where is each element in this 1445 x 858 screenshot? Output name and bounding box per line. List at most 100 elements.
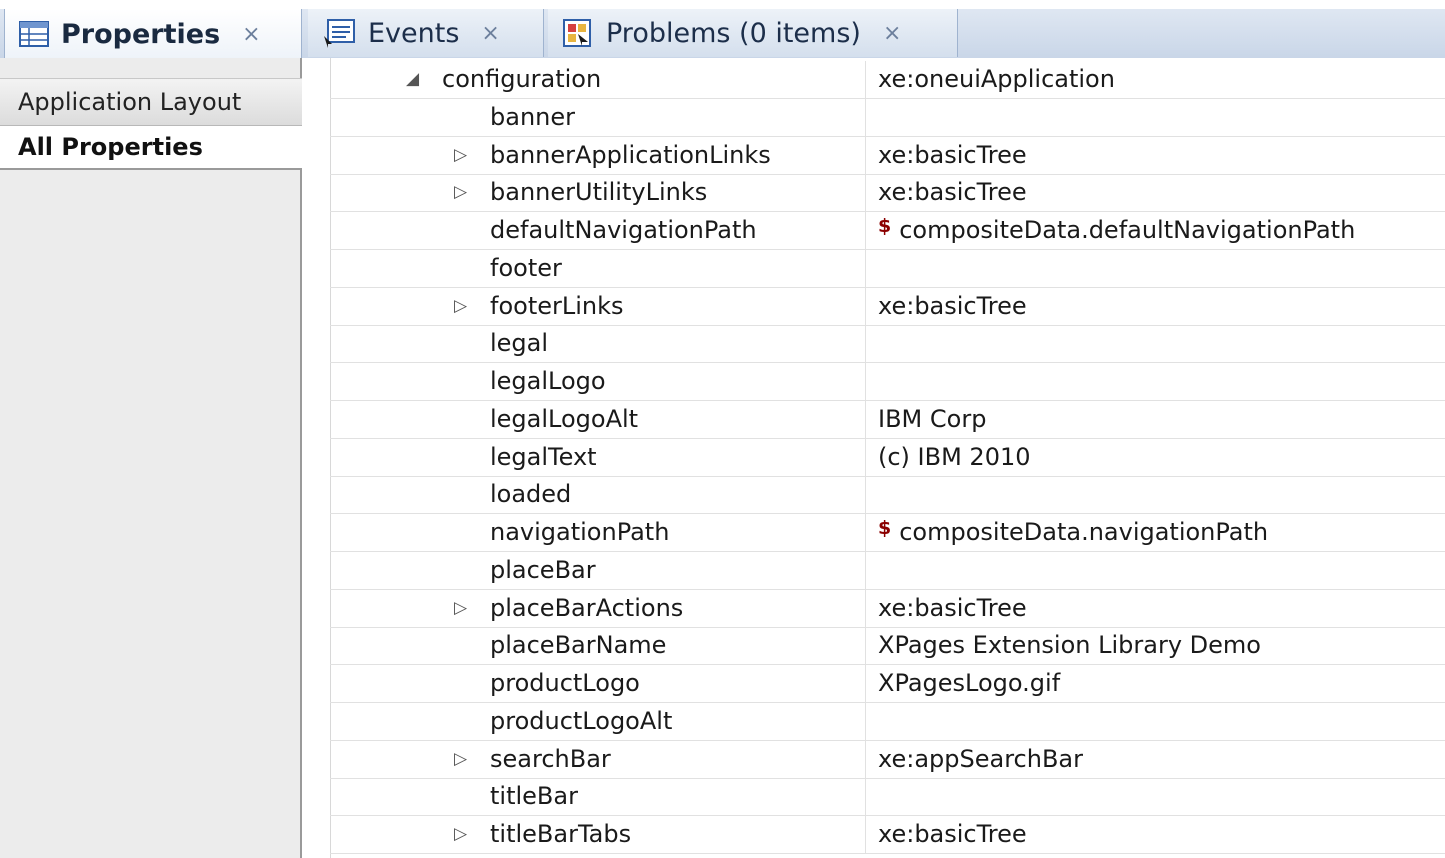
collapse-triangle-icon[interactable]: ◢: [406, 61, 419, 98]
property-value[interactable]: [865, 249, 1445, 287]
property-row-footer[interactable]: footer: [330, 249, 1445, 288]
property-name: productLogo: [490, 669, 640, 697]
property-value[interactable]: [865, 476, 1445, 514]
property-value-text: (c) IBM 2010: [878, 442, 1031, 471]
property-value-text: compositeData.navigationPath: [899, 518, 1269, 546]
property-row-placeBar[interactable]: placeBar: [330, 551, 1445, 590]
property-name: footer: [490, 253, 562, 282]
property-value[interactable]: [865, 325, 1445, 363]
property-row-placeBarName[interactable]: placeBarName XPages Extension Library Dem…: [330, 627, 1445, 666]
property-name: bannerApplicationLinks: [490, 140, 771, 169]
property-row-bannerApplicationLinks[interactable]: ▷ bannerApplicationLinks xe:basicTree: [330, 136, 1445, 175]
properties-table: ◢ configuration xe:oneuiApplication banner ▷…: [302, 58, 1445, 858]
property-name: configuration: [442, 65, 602, 93]
property-name: placeBar: [490, 555, 596, 584]
property-value-text: xe:oneuiApplication: [878, 65, 1115, 93]
property-value[interactable]: [865, 98, 1445, 136]
sidebar-item-label: All Properties: [18, 133, 203, 161]
property-name: legal: [490, 329, 549, 358]
property-value[interactable]: xe:basicTree: [865, 287, 1445, 325]
property-name: searchBar: [490, 744, 611, 773]
property-name: productLogoAlt: [490, 706, 673, 735]
property-name: placeBarName: [490, 631, 667, 660]
tab-events-label: Events: [368, 17, 460, 49]
expand-triangle-icon[interactable]: ▷: [454, 590, 467, 627]
close-icon[interactable]: ×: [883, 21, 901, 46]
property-value-text: xe:basicTree: [878, 593, 1027, 622]
property-row-titleBar[interactable]: titleBar: [330, 778, 1445, 817]
property-value[interactable]: xe:oneuiApplication: [865, 61, 1445, 98]
property-row-banner[interactable]: banner: [330, 98, 1445, 137]
property-name: titleBar: [490, 782, 578, 811]
property-value[interactable]: xe:basicTree: [865, 816, 1445, 853]
property-value-text: xe:basicTree: [878, 140, 1027, 169]
property-value[interactable]: xe:basicTree: [865, 136, 1445, 174]
expand-triangle-icon[interactable]: ▷: [454, 741, 467, 778]
property-row-placeBarActions[interactable]: ▷ placeBarActions xe:basicTree: [330, 589, 1445, 628]
sidebar-item-label: Application Layout: [18, 88, 242, 116]
expand-triangle-icon[interactable]: ▷: [454, 288, 467, 325]
tab-properties-label: Properties: [61, 18, 221, 50]
sidebar-item-all-properties[interactable]: All Properties: [0, 126, 302, 170]
property-value-text: xe:basicTree: [878, 291, 1027, 320]
property-row-configuration[interactable]: ◢ configuration xe:oneuiApplication: [330, 61, 1445, 99]
property-row-bannerUtilityLinks[interactable]: ▷ bannerUtilityLinks xe:basicTree: [330, 174, 1445, 213]
property-row-legalText[interactable]: legalText (c) IBM 2010: [330, 438, 1445, 477]
property-name: footerLinks: [490, 291, 624, 320]
property-name: placeBarActions: [490, 593, 684, 622]
property-row-navigationPath[interactable]: navigationPath $ compositeData.navigationP…: [330, 514, 1445, 552]
property-name: defaultNavigationPath: [490, 216, 757, 244]
property-row-loaded[interactable]: loaded: [330, 476, 1445, 515]
property-value-text: compositeData.defaultNavigationPath: [899, 216, 1356, 244]
property-row-footerLinks[interactable]: ▷ footerLinks xe:basicTree: [330, 287, 1445, 326]
property-row-defaultNavigationPath[interactable]: defaultNavigationPath $ compositeData.defa…: [330, 212, 1445, 250]
tab-properties[interactable]: Properties ×: [4, 9, 302, 59]
tab-problems-label: Problems (0 items): [606, 17, 861, 49]
property-row-legalLogo[interactable]: legalLogo: [330, 363, 1445, 401]
tab-events[interactable]: Events ×: [308, 9, 544, 57]
property-row-productLogoAlt[interactable]: productLogoAlt: [330, 702, 1445, 741]
properties-table-icon: [19, 21, 49, 47]
property-row-legal[interactable]: legal: [330, 325, 1445, 364]
close-icon[interactable]: ×: [481, 21, 499, 46]
property-value[interactable]: [865, 702, 1445, 740]
events-icon: [322, 18, 356, 48]
property-value-text: XPages Extension Library Demo: [878, 631, 1261, 660]
property-name: titleBarTabs: [490, 820, 632, 848]
property-value[interactable]: $ compositeData.defaultNavigationPath: [865, 212, 1445, 249]
property-value-text: XPagesLogo.gif: [878, 669, 1061, 697]
table-gutter: [302, 58, 331, 858]
property-value[interactable]: XPages Extension Library Demo: [865, 627, 1445, 665]
property-value-text: xe:basicTree: [878, 820, 1027, 848]
property-value[interactable]: IBM Corp: [865, 400, 1445, 438]
property-value[interactable]: (c) IBM 2010: [865, 438, 1445, 476]
property-row-titleBarTabs[interactable]: ▷ titleBarTabs xe:basicTree: [330, 816, 1445, 854]
expand-triangle-icon[interactable]: ▷: [454, 174, 467, 211]
property-value-text: xe:appSearchBar: [878, 744, 1083, 773]
property-name: navigationPath: [490, 518, 670, 546]
property-name: legalLogoAlt: [490, 404, 639, 433]
property-value[interactable]: XPagesLogo.gif: [865, 665, 1445, 702]
computed-value-icon: $: [878, 215, 892, 237]
problems-icon: [562, 18, 594, 48]
expand-triangle-icon[interactable]: ▷: [454, 137, 467, 174]
property-name: legalText: [490, 442, 597, 471]
property-name: bannerUtilityLinks: [490, 178, 708, 207]
property-name: loaded: [490, 480, 572, 509]
property-value-text: xe:basicTree: [878, 178, 1027, 207]
property-value[interactable]: xe:appSearchBar: [865, 740, 1445, 778]
property-name: banner: [490, 102, 575, 131]
property-value[interactable]: [865, 778, 1445, 816]
property-value[interactable]: xe:basicTree: [865, 174, 1445, 212]
property-row-legalLogoAlt[interactable]: legalLogoAlt IBM Corp: [330, 400, 1445, 439]
property-row-productLogo[interactable]: productLogo XPagesLogo.gif: [330, 665, 1445, 703]
property-value[interactable]: [865, 363, 1445, 400]
property-value[interactable]: xe:basicTree: [865, 589, 1445, 627]
close-icon[interactable]: ×: [242, 22, 260, 47]
sidebar-item-application-layout[interactable]: Application Layout: [0, 78, 302, 126]
property-row-searchBar[interactable]: ▷ searchBar xe:appSearchBar: [330, 740, 1445, 779]
property-value[interactable]: [865, 551, 1445, 589]
expand-triangle-icon[interactable]: ▷: [454, 816, 467, 853]
property-value[interactable]: $ compositeData.navigationPath: [865, 514, 1445, 551]
tab-problems[interactable]: Problems (0 items) ×: [548, 9, 958, 57]
